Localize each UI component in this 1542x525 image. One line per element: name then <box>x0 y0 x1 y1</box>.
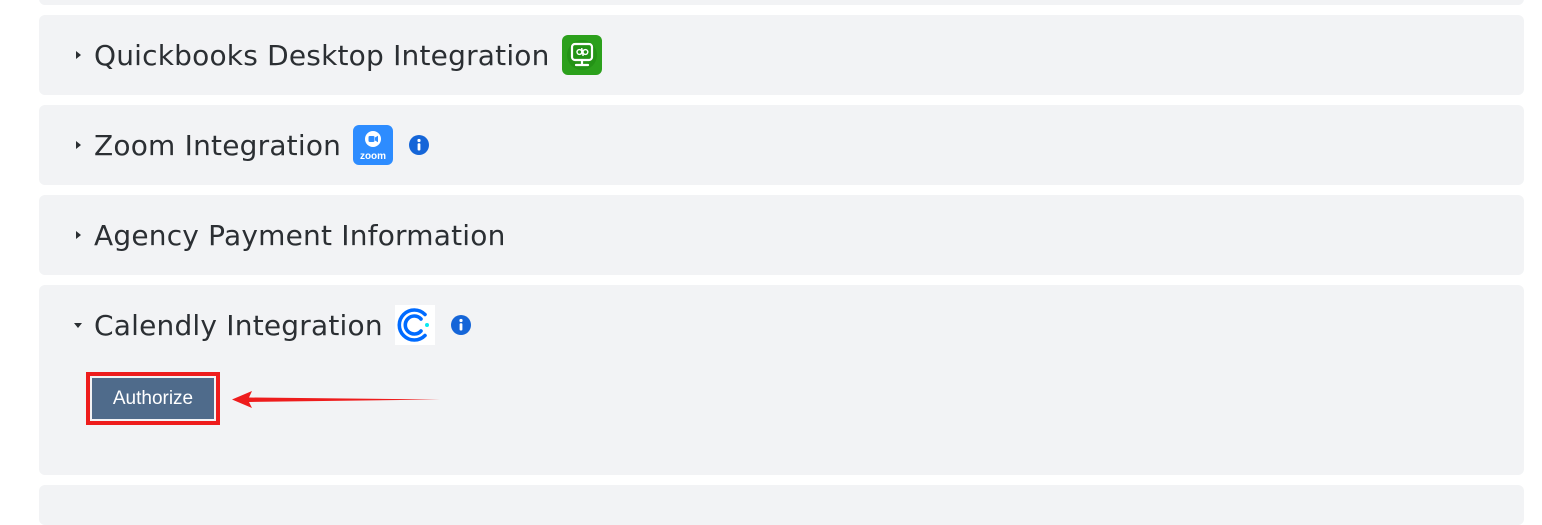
panel-zoom: Zoom Integration zoom <box>39 105 1524 185</box>
panel-agency-payment: Agency Payment Information <box>39 195 1524 275</box>
quickbooks-desktop-logo-icon <box>561 35 602 75</box>
panel-header-calendly[interactable]: Calendly Integration <box>39 285 1524 365</box>
calendly-logo-icon <box>394 305 435 345</box>
panel-title: Zoom Integration <box>94 128 342 162</box>
caret-right-icon <box>67 141 89 149</box>
panel-title: Agency Payment Information <box>94 218 506 252</box>
caret-down-icon <box>67 321 89 329</box>
info-icon[interactable] <box>450 315 471 335</box>
panel-calendly: Calendly Integration Authorize <box>39 285 1524 475</box>
info-icon[interactable] <box>409 135 430 155</box>
authorize-highlight-box: Authorize <box>86 372 220 425</box>
authorize-button[interactable]: Authorize <box>92 378 214 419</box>
panel-header-zoom[interactable]: Zoom Integration zoom <box>39 105 1524 185</box>
panel-header-quickbooks-desktop[interactable]: Quickbooks Desktop Integration <box>39 15 1524 95</box>
caret-right-icon <box>67 51 89 59</box>
annotation-arrow-icon <box>232 391 440 408</box>
panel-title: Calendly Integration <box>94 308 383 342</box>
panel-partial-top <box>39 0 1524 5</box>
zoom-logo-text: zoom <box>360 151 386 162</box>
caret-right-icon <box>67 231 89 239</box>
zoom-logo-icon: zoom <box>353 125 394 165</box>
panel-header-agency-payment[interactable]: Agency Payment Information <box>39 195 1524 275</box>
panel-partial-bottom <box>39 485 1524 525</box>
panel-quickbooks-desktop: Quickbooks Desktop Integration <box>39 15 1524 95</box>
panel-title: Quickbooks Desktop Integration <box>94 38 550 72</box>
